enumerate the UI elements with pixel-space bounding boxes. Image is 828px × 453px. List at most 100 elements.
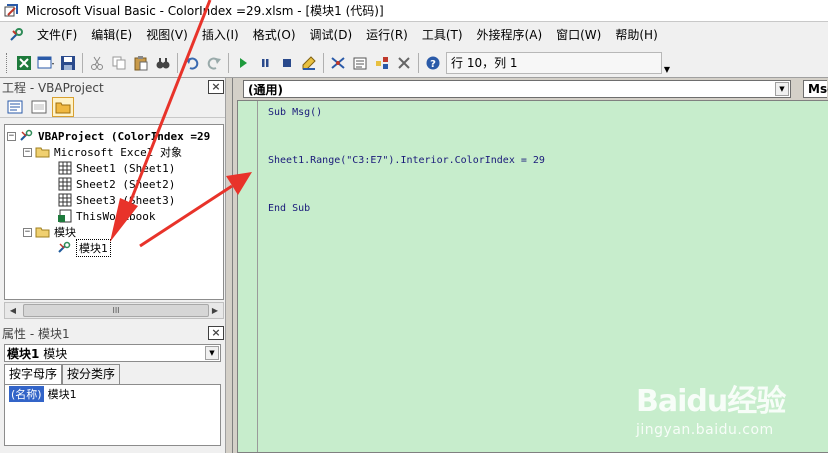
toolbar-separator — [82, 52, 83, 73]
object-combo-value: (通用) — [248, 82, 283, 97]
reset-icon[interactable] — [276, 52, 298, 74]
menu-edit[interactable]: 编辑(E) — [84, 24, 139, 46]
properties-title: 属性 - 模块1 — [2, 326, 70, 341]
toolbar-separator — [418, 52, 419, 73]
workbook-icon — [57, 209, 73, 223]
standard-toolbar: ? 行 10，列 1 ▼ — [0, 48, 828, 78]
tree-label: Sheet1 (Sheet1) — [76, 161, 176, 175]
properties-tabs: 按字母序 按分类序 — [4, 364, 221, 384]
project-tree: − VBAProject (ColorIndex =29 − Microsoft… — [4, 124, 224, 300]
chevron-down-icon[interactable]: ▼ — [775, 82, 789, 96]
toolbar-grip[interactable] — [6, 52, 9, 73]
code-line-sub[interactable]: Sub Msg() — [268, 107, 322, 118]
properties-window: 属性 - 模块1 × 模块1 模块 ▼ 按字母序 按分类序 (名称) 模块1 — [0, 324, 226, 453]
menu-insert[interactable]: 插入(I) — [195, 24, 246, 46]
copy-icon[interactable] — [108, 52, 130, 74]
tree-horizontal-scrollbar[interactable]: ◀ III ▶ — [4, 302, 224, 319]
view-code-icon[interactable] — [4, 97, 26, 117]
cut-icon[interactable] — [86, 52, 108, 74]
worksheet-icon — [57, 193, 73, 207]
scroll-left-icon[interactable]: ◀ — [5, 303, 21, 318]
save-icon[interactable] — [57, 52, 79, 74]
watermark-logo: Baidu经验 — [636, 384, 786, 419]
toggle-folders-icon[interactable] — [52, 96, 74, 117]
tree-label: Sheet3 (Sheet3) — [76, 193, 176, 207]
tree-label: Sheet2 (Sheet2) — [76, 177, 176, 191]
toolbar-separator — [177, 52, 178, 73]
vba-app-icon — [4, 3, 20, 19]
menu-addins[interactable]: 外接程序(A) — [470, 24, 550, 46]
menu-app-icon[interactable] — [4, 24, 30, 46]
tree-node-vbaproject[interactable]: − VBAProject (ColorIndex =29 — [7, 128, 210, 144]
property-row-name[interactable]: (名称) 模块1 — [5, 385, 220, 402]
folder-open-icon — [35, 145, 51, 159]
project-explorer-title: 工程 - VBAProject — [2, 80, 104, 95]
code-margin-indicator[interactable] — [238, 101, 258, 452]
scroll-right-icon[interactable]: ▶ — [207, 303, 223, 318]
object-combobox[interactable]: (通用) ▼ — [243, 80, 791, 98]
tree-node-excel-objects[interactable]: − Microsoft Excel 对象 — [23, 144, 182, 160]
properties-window-icon[interactable] — [349, 52, 371, 74]
menu-run[interactable]: 运行(R) — [359, 24, 415, 46]
find-icon[interactable] — [152, 52, 174, 74]
redo-icon[interactable] — [203, 52, 225, 74]
property-value[interactable]: 模块1 — [44, 386, 77, 402]
run-icon[interactable] — [232, 52, 254, 74]
procedure-combobox[interactable]: Msg — [803, 80, 828, 98]
tree-node-module1[interactable]: 模块1 — [57, 239, 111, 257]
folder-open-icon — [35, 225, 51, 239]
insert-userform-icon[interactable] — [35, 52, 57, 74]
properties-close-icon[interactable]: × — [208, 326, 224, 340]
paste-icon[interactable] — [130, 52, 152, 74]
chevron-down-icon[interactable]: ▼ — [205, 346, 219, 360]
tab-alphabetic[interactable]: 按字母序 — [4, 364, 63, 384]
collapse-icon[interactable]: − — [7, 131, 16, 141]
menu-tools[interactable]: 工具(T) — [415, 24, 470, 46]
menu-file[interactable]: 文件(F) — [30, 24, 84, 46]
help-icon[interactable]: ? — [422, 52, 444, 74]
tab-categorized[interactable]: 按分类序 — [62, 364, 121, 384]
toolbar-separator — [228, 52, 229, 73]
project-explorer: 工程 - VBAProject × − VBAProject (ColorInd… — [0, 78, 226, 324]
project-explorer-icon[interactable] — [327, 52, 349, 74]
property-key: (名称) — [9, 385, 44, 402]
baidu-watermark: Baidu经验 jingyan.baidu.com — [636, 376, 826, 448]
excel-view-icon[interactable] — [13, 52, 35, 74]
object-browser-icon[interactable] — [371, 52, 393, 74]
properties-header: 属性 - 模块1 × — [0, 324, 225, 342]
project-explorer-toolbar — [0, 96, 225, 118]
toolbar-options-icon[interactable]: ▼ — [662, 52, 672, 74]
design-mode-icon[interactable] — [298, 52, 320, 74]
object-selector[interactable]: 模块1 模块 ▼ — [4, 344, 221, 362]
menu-help[interactable]: 帮助(H) — [608, 24, 664, 46]
break-icon[interactable] — [254, 52, 276, 74]
view-object-icon[interactable] — [28, 97, 50, 117]
collapse-icon[interactable]: − — [23, 147, 32, 157]
undo-icon[interactable] — [181, 52, 203, 74]
code-window-header: (通用) ▼ Msg — [233, 78, 828, 100]
vba-project-icon — [19, 129, 35, 143]
menu-view[interactable]: 视图(V) — [139, 24, 195, 46]
tree-node-sheet3[interactable]: Sheet3 (Sheet3) — [57, 192, 175, 208]
tree-node-thisworkbook[interactable]: ThisWorkbook — [57, 208, 155, 224]
code-line-statement[interactable]: Sheet1.Range("C3:E7").Interior.ColorInde… — [268, 155, 545, 166]
menu-debug[interactable]: 调试(D) — [303, 24, 360, 46]
project-explorer-close-icon[interactable]: × — [208, 80, 224, 94]
title-bar: Microsoft Visual Basic - ColorIndex =29.… — [0, 0, 828, 22]
code-line-end-sub[interactable]: End Sub — [268, 203, 310, 214]
properties-grid: (名称) 模块1 — [4, 384, 221, 446]
menu-format[interactable]: 格式(O) — [246, 24, 303, 46]
tree-label: ThisWorkbook — [76, 209, 156, 223]
toolbox-icon[interactable] — [393, 52, 415, 74]
scroll-thumb[interactable]: III — [23, 304, 209, 317]
object-name: 模块1 — [7, 346, 40, 361]
tree-node-sheet2[interactable]: Sheet2 (Sheet2) — [57, 176, 175, 192]
collapse-icon[interactable]: − — [23, 227, 32, 237]
project-explorer-header: 工程 - VBAProject × — [0, 78, 225, 96]
tree-node-sheet1[interactable]: Sheet1 (Sheet1) — [57, 160, 175, 176]
worksheet-icon — [57, 177, 73, 191]
tree-node-modules[interactable]: − 模块 — [23, 224, 76, 240]
tree-label: VBAProject (ColorIndex =29 — [38, 129, 211, 143]
tree-label: Microsoft Excel 对象 — [54, 146, 182, 159]
menu-window[interactable]: 窗口(W) — [549, 24, 608, 46]
